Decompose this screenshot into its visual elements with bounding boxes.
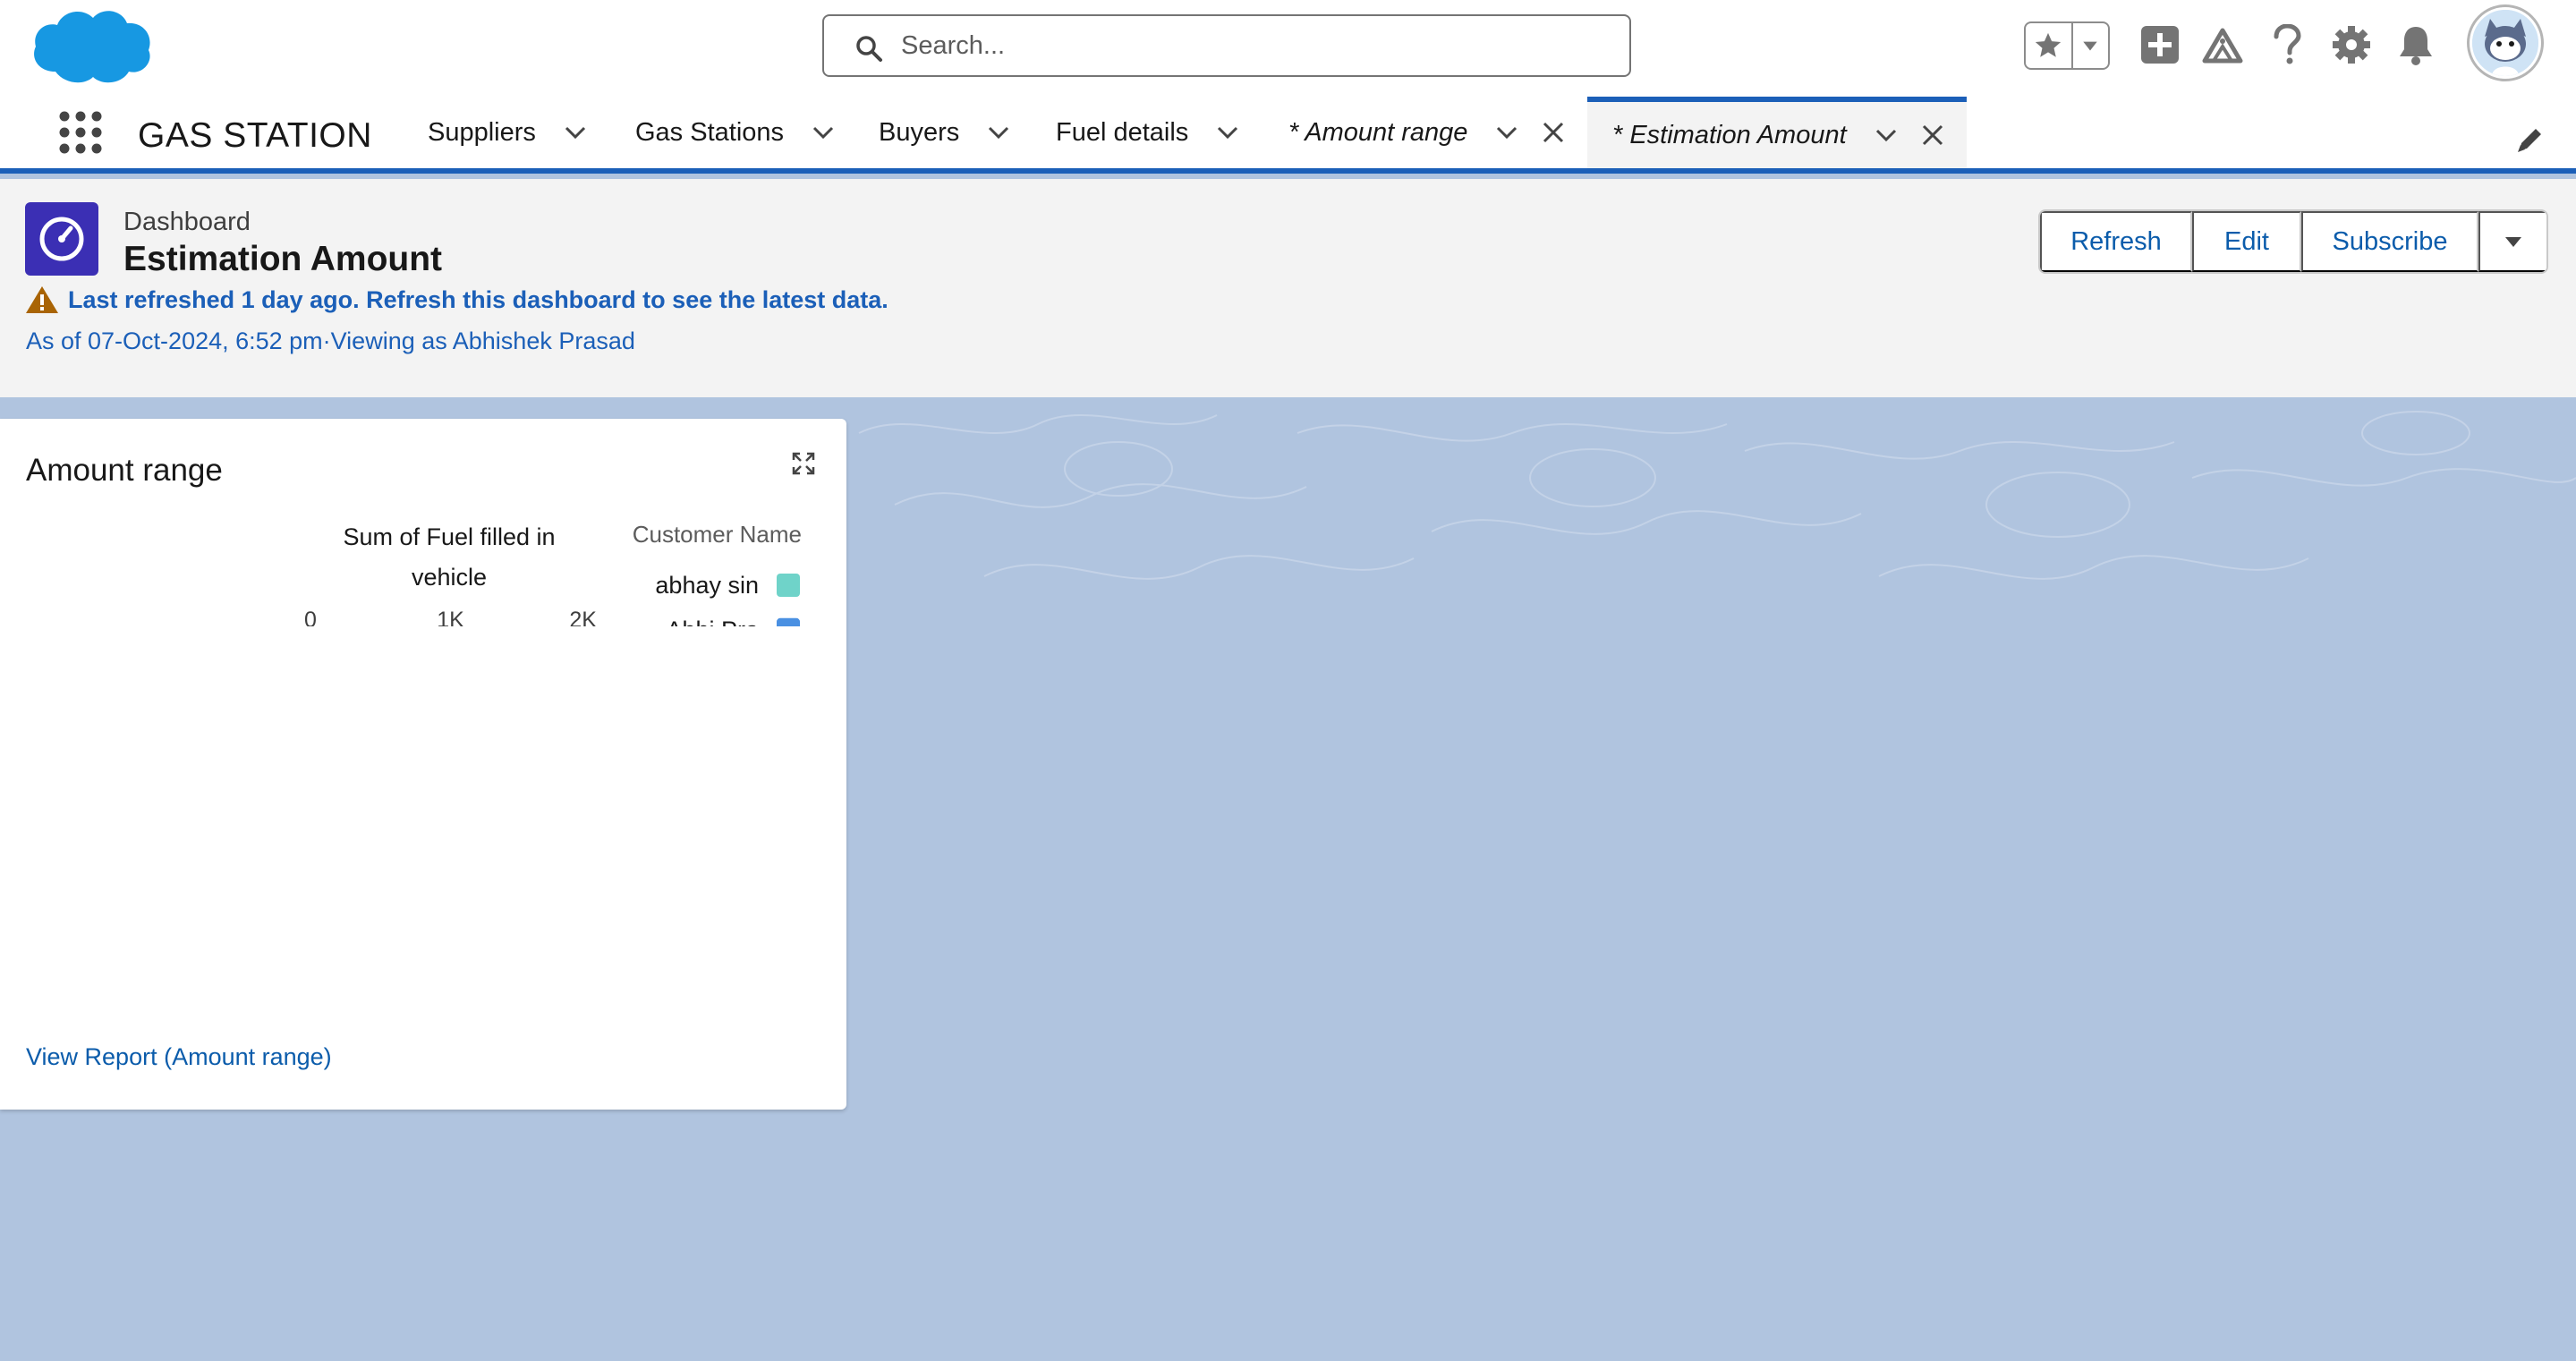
more-actions-button[interactable] <box>2478 211 2546 272</box>
edit-button[interactable]: Edit <box>2192 211 2301 272</box>
close-tab-icon[interactable] <box>1541 120 1566 145</box>
favorites-menu-button[interactable] <box>2073 23 2108 68</box>
chevron-down-icon[interactable] <box>1215 120 1240 145</box>
dashboard-widget: Amount range Sum of Fuel filled in vehicl… <box>0 419 846 1110</box>
legend-label: Abhi Pra <box>666 617 760 626</box>
help-icon <box>2274 24 2301 64</box>
help-button[interactable] <box>2264 21 2310 68</box>
notifications-button[interactable] <box>2393 21 2439 68</box>
gear-icon <box>2333 26 2370 64</box>
tab-amount-range[interactable]: * Amount range <box>1288 97 1566 168</box>
global-actions-button[interactable] <box>2137 21 2183 68</box>
favorites-button[interactable] <box>2026 23 2073 68</box>
subscribe-button[interactable]: Subscribe <box>2301 211 2478 272</box>
chart-title-line: Sum of Fuel filled in <box>343 523 555 550</box>
nav-item-label: Buyers <box>879 117 960 147</box>
chevron-down-icon <box>2083 41 2098 51</box>
search-icon <box>856 36 882 62</box>
trailhead-button[interactable] <box>2199 21 2246 68</box>
close-tab-icon[interactable] <box>1920 123 1945 148</box>
search-box[interactable] <box>822 14 1631 77</box>
bell-icon <box>2400 27 2432 65</box>
star-icon <box>2036 32 2062 57</box>
chevron-down-icon <box>2505 237 2521 247</box>
add-icon <box>2141 26 2179 64</box>
tab-estimation-amount[interactable]: * Estimation Amount <box>1587 97 1967 168</box>
tab-label: * Estimation Amount <box>1612 120 1847 149</box>
legend-swatch <box>777 617 800 626</box>
trailhead-icon <box>2202 28 2243 64</box>
search-input[interactable] <box>901 25 1599 66</box>
x-tick-label: 0 <box>304 608 317 626</box>
favorites-group <box>2024 21 2110 70</box>
astro-avatar-icon <box>2472 10 2538 76</box>
nav-item-label: Fuel details <box>1056 117 1189 147</box>
legend-title: Customer Name <box>633 521 802 548</box>
view-report-link[interactable]: View Report (Amount range) <box>26 1043 332 1071</box>
legend-label: abhay sin <box>655 572 759 599</box>
bar-chart: Sum of Fuel filled invehicle01K2KAbhi ..… <box>304 521 802 626</box>
avatar[interactable] <box>2470 7 2541 79</box>
chart-title-line: vehicle <box>412 564 487 591</box>
chevron-down-icon[interactable] <box>1494 120 1519 145</box>
x-tick-label: 2K <box>569 608 597 626</box>
pencil-icon[interactable] <box>2514 123 2546 156</box>
x-tick-label: 1K <box>437 608 464 626</box>
setup-button[interactable] <box>2328 21 2375 68</box>
dashboard-button-group: Refresh Edit Subscribe <box>2038 209 2548 274</box>
tab-label: * Amount range <box>1288 117 1468 147</box>
chevron-down-icon[interactable] <box>1874 123 1899 148</box>
nav-item-fuel-details[interactable]: Fuel details <box>1056 97 1240 168</box>
refresh-button[interactable]: Refresh <box>2040 211 2192 272</box>
nav-item-buyers[interactable]: Buyers <box>879 97 1011 168</box>
chevron-down-icon[interactable] <box>986 120 1011 145</box>
legend-swatch <box>777 574 800 597</box>
